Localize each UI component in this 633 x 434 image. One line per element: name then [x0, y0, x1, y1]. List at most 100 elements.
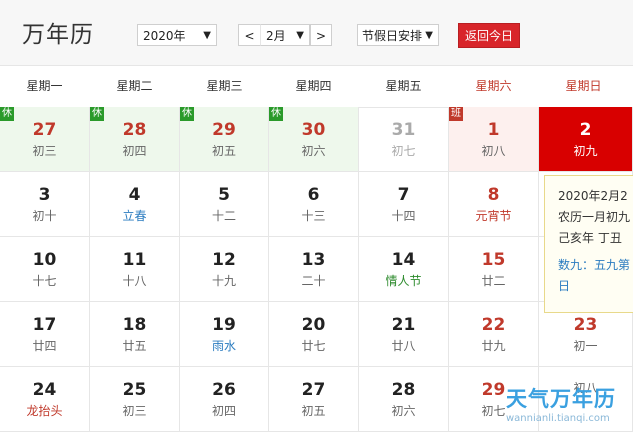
lunar-date: 初三: [32, 144, 57, 158]
weekday-mon: 星期一: [26, 79, 63, 93]
day-number: 6: [307, 185, 320, 205]
popup-shujiu-cont: 日: [558, 279, 571, 293]
calendar-day-cell[interactable]: 4 立春: [90, 172, 180, 237]
year-select[interactable]: 2020年 ▼: [137, 24, 217, 46]
calendar-day-cell[interactable]: 8 元宵节: [449, 172, 539, 237]
lunar-date: 廿五: [122, 339, 147, 353]
lunar-date: 立春: [122, 209, 147, 223]
calendar-day-cell[interactable]: 18 廿五: [90, 302, 180, 367]
watermark-logo: 天气万年历 wannianli.tianqi.com: [506, 383, 633, 434]
day-number: 12: [212, 250, 236, 270]
calendar-day-cell[interactable]: 休 29 初五: [180, 107, 269, 172]
calendar-day-cell[interactable]: 班 1 初八: [449, 107, 539, 172]
lunar-date: 雨水: [211, 339, 236, 353]
watermark-title: 天气万年历: [506, 387, 616, 411]
day-number: 2: [579, 120, 592, 140]
calendar-day-cell[interactable]: 19 雨水: [180, 302, 269, 367]
holiday-select[interactable]: 节假日安排 ▼: [357, 24, 439, 46]
day-number: 10: [32, 250, 57, 270]
lunar-date: 初六: [391, 404, 416, 418]
next-month-button[interactable]: >: [310, 24, 332, 46]
calendar-day-cell[interactable]: 24 龙抬头: [0, 367, 90, 432]
month-value: 2月: [266, 29, 286, 43]
calendar-day-cell[interactable]: 17 廿四: [0, 302, 90, 367]
chevron-down-icon: ▼: [203, 30, 211, 41]
day-number: 3: [38, 185, 51, 205]
day-number: 31: [391, 120, 416, 140]
lunar-date: 廿八: [391, 339, 416, 353]
calendar-day-cell[interactable]: 12 十九: [180, 237, 269, 302]
lunar-date: 初九: [573, 144, 598, 158]
prev-month-button[interactable]: <: [238, 24, 260, 46]
lunar-date: 廿七: [301, 339, 326, 353]
calendar-day-cell[interactable]: 3 初十: [0, 172, 90, 237]
day-number: 21: [391, 315, 416, 335]
lunar-date: 初四: [122, 144, 147, 158]
day-number: 17: [32, 315, 57, 335]
lunar-date: 十四: [391, 209, 416, 223]
holiday-rest-badge: 休: [0, 107, 14, 121]
day-number: 30: [301, 120, 326, 140]
calendar-day-cell[interactable]: 5 十二: [180, 172, 269, 237]
holiday-rest-badge: 休: [90, 107, 104, 121]
year-value: 2020年: [143, 29, 186, 43]
day-number: 18: [122, 315, 147, 335]
lunar-date: 初一: [573, 339, 598, 353]
month-select[interactable]: 2月 ▼: [260, 24, 310, 46]
page-title: 万年历: [22, 22, 94, 48]
weekday-wed: 星期三: [206, 79, 243, 93]
calendar-day-cell[interactable]: 休 30 初六: [269, 107, 359, 172]
day-number: 22: [481, 315, 506, 335]
calendar-day-cell[interactable]: 14 情人节: [359, 237, 449, 302]
lunar-date: 廿四: [32, 339, 57, 353]
day-number: 28: [391, 380, 416, 400]
calendar-day-cell[interactable]: 20 廿七: [269, 302, 359, 367]
lunar-date: 初七: [391, 144, 416, 158]
lunar-date: 初六: [301, 144, 326, 158]
popup-shujiu: 数九：五九第: [558, 258, 631, 272]
calendar-day-cell[interactable]: 27 初五: [269, 367, 359, 432]
calendar-day-cell[interactable]: 21 廿八: [359, 302, 449, 367]
lunar-date: 初八: [481, 144, 506, 158]
lunar-date: 十七: [32, 274, 57, 288]
popup-lunar: 农历一月初九: [558, 210, 631, 224]
calendar-day-cell[interactable]: 6 十三: [269, 172, 359, 237]
day-number: 13: [301, 250, 326, 270]
lunar-date: 廿二: [481, 274, 506, 288]
calendar-day-cell[interactable]: 休 28 初四: [90, 107, 180, 172]
weekday-header: 星期一 星期二 星期三 星期四 星期五 星期六 星期日: [0, 66, 633, 108]
lunar-date: 初五: [301, 404, 326, 418]
popup-date: 2020年2月2: [558, 189, 628, 203]
lunar-date: 二十: [301, 274, 326, 288]
watermark-url: wannianli.tianqi.com: [506, 413, 610, 424]
day-number: 26: [212, 380, 236, 400]
calendar-day-cell[interactable]: 31 初七: [359, 107, 449, 172]
day-number: 29: [212, 120, 236, 140]
holiday-value: 节假日安排: [362, 29, 423, 43]
calendar-day-today[interactable]: 2 初九: [539, 107, 633, 172]
calendar-day-cell[interactable]: 25 初三: [90, 367, 180, 432]
day-number: 19: [212, 315, 236, 335]
calendar-day-cell[interactable]: 11 十八: [90, 237, 180, 302]
date-detail-popup: 2020年2月2 农历一月初九 己亥年 丁丑 数九：五九第 日: [544, 175, 633, 313]
day-number: 4: [128, 185, 141, 205]
calendar-day-cell[interactable]: 28 初六: [359, 367, 449, 432]
calendar-day-cell[interactable]: 休 27 初三: [0, 107, 90, 172]
day-number: 1: [487, 120, 500, 140]
calendar-day-cell[interactable]: 15 廿二: [449, 237, 539, 302]
calendar-day-cell[interactable]: 10 十七: [0, 237, 90, 302]
day-number: 25: [122, 380, 147, 400]
day-number: 27: [32, 120, 57, 140]
holiday-rest-badge: 休: [180, 107, 194, 121]
chevron-down-icon: ▼: [425, 30, 433, 41]
day-number: 20: [301, 315, 326, 335]
calendar-day-cell[interactable]: 26 初四: [180, 367, 269, 432]
lunar-date: 龙抬头: [26, 404, 63, 418]
calendar-day-cell[interactable]: 13 二十: [269, 237, 359, 302]
day-number: 14: [391, 250, 416, 270]
calendar-day-cell[interactable]: 7 十四: [359, 172, 449, 237]
calendar-day-cell[interactable]: 22 廿九: [449, 302, 539, 367]
day-number: 15: [481, 250, 506, 270]
back-to-today-button[interactable]: 返回今日: [458, 23, 520, 48]
lunar-date: 十三: [301, 209, 326, 223]
